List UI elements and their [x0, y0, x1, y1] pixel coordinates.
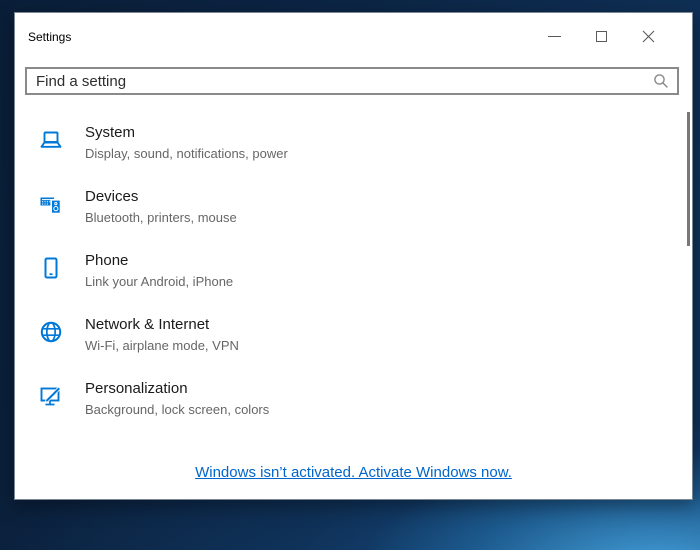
minimize-button[interactable]: [531, 20, 578, 52]
settings-window: Settings: [14, 12, 693, 500]
maximize-icon: [596, 31, 607, 42]
search-input[interactable]: [27, 73, 653, 90]
desktop-wallpaper: Settings: [0, 0, 700, 550]
category-network[interactable]: Network & Internet Wi-Fi, airplane mode,…: [25, 315, 662, 355]
search-box: [25, 67, 679, 95]
laptop-icon: [39, 128, 63, 152]
category-text: Personalization Background, lock screen,…: [85, 379, 269, 418]
devices-icon: [39, 192, 63, 216]
title-bar[interactable]: Settings: [15, 13, 692, 59]
category-subtitle: Link your Android, iPhone: [85, 273, 233, 290]
window-title: Settings: [28, 30, 71, 44]
category-subtitle: Wi-Fi, airplane mode, VPN: [85, 337, 239, 354]
category-devices[interactable]: Devices Bluetooth, printers, mouse: [25, 187, 662, 227]
phone-icon: [39, 256, 63, 280]
category-text: Network & Internet Wi-Fi, airplane mode,…: [85, 315, 239, 354]
category-personalization[interactable]: Personalization Background, lock screen,…: [25, 379, 662, 419]
category-title: Personalization: [85, 379, 269, 399]
search-icon[interactable]: [653, 73, 669, 89]
category-text: Devices Bluetooth, printers, mouse: [85, 187, 237, 226]
category-subtitle: Bluetooth, printers, mouse: [85, 209, 237, 226]
personalization-icon: [39, 384, 63, 408]
category-title: Devices: [85, 187, 237, 207]
maximize-button[interactable]: [578, 20, 625, 52]
settings-category-list: System Display, sound, notifications, po…: [25, 123, 662, 443]
category-text: Phone Link your Android, iPhone: [85, 251, 233, 290]
category-title: System: [85, 123, 288, 143]
category-title: Network & Internet: [85, 315, 239, 335]
category-title: Phone: [85, 251, 233, 271]
minimize-icon: [548, 36, 561, 37]
globe-icon: [39, 320, 63, 344]
category-text: System Display, sound, notifications, po…: [85, 123, 288, 162]
close-button[interactable]: [625, 20, 672, 52]
category-subtitle: Background, lock screen, colors: [85, 401, 269, 418]
activate-windows-link[interactable]: Windows isn’t activated. Activate Window…: [195, 464, 512, 481]
close-icon: [642, 30, 655, 43]
category-subtitle: Display, sound, notifications, power: [85, 145, 288, 162]
activation-notice: Windows isn’t activated. Activate Window…: [15, 464, 692, 482]
category-system[interactable]: System Display, sound, notifications, po…: [25, 123, 662, 163]
caption-buttons: [531, 20, 672, 52]
vertical-scrollbar[interactable]: [687, 112, 690, 246]
category-phone[interactable]: Phone Link your Android, iPhone: [25, 251, 662, 291]
